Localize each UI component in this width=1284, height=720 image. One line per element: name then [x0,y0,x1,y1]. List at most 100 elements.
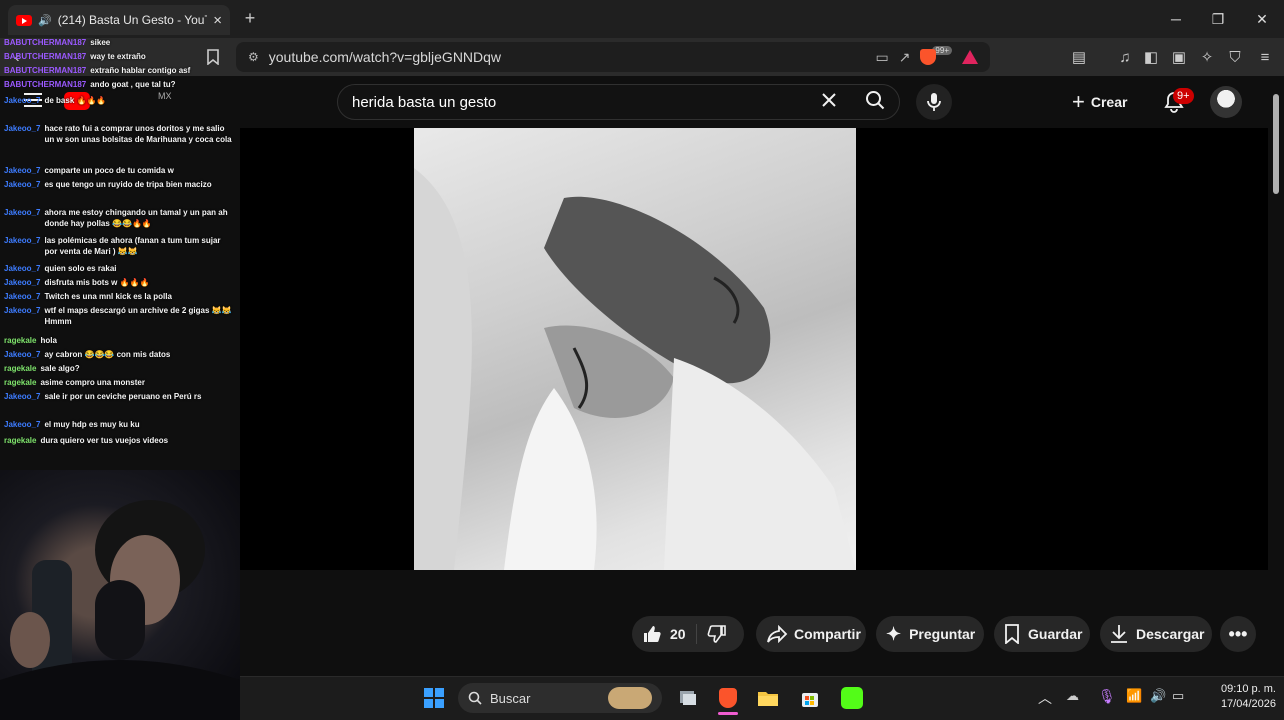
chat-username: Jakeoo_7 [4,124,41,133]
address-bar[interactable]: ⚙ youtube.com/watch?v=gbljeGNNDqw ▭ ↗ 99… [236,42,990,72]
like-button[interactable]: 20 [642,624,697,644]
task-view-icon[interactable] [674,684,702,712]
chat-message: ragekale hola [4,336,234,347]
brave-rewards-icon[interactable] [962,50,978,64]
chat-username: ragekale [4,364,37,373]
video-frame[interactable] [414,128,856,570]
chat-text: es que tengo un ruyido de tripa bien mac… [44,180,212,189]
more-actions-button[interactable]: ••• [1220,616,1256,652]
search-query[interactable]: herida basta un gesto [352,94,821,111]
restore-button[interactable]: ❐ [1198,6,1238,32]
taskbar-search-placeholder: Buscar [490,690,531,706]
clear-search-icon[interactable] [821,92,837,112]
share-label: Compartir [794,626,861,642]
chat-text: ay cabron 😂😂😂 con mis datos [44,350,171,359]
chat-message: BABUTCHERMAN187 extraño hablar contigo as… [4,66,234,77]
vpn-icon[interactable]: ⛉ [1224,46,1246,68]
chat-message: ragekale dura quiero ver tus vuejos video… [4,436,234,447]
chat-message: ragekale asime compro una monster [4,378,234,389]
video-frame-artwork [414,168,856,570]
wifi-icon[interactable]: 📶 [1126,688,1142,704]
chat-message: Jakeoo_7 ahora me estoy chingando un tama… [4,208,234,230]
kick-app-icon[interactable] [838,684,866,712]
tab-search-icon[interactable]: ▤ [1068,46,1090,68]
like-count: 20 [670,626,686,642]
brave-shields-icon[interactable] [920,49,937,65]
sparkle-icon: ✦ [886,623,902,644]
save-button[interactable]: Guardar [994,616,1090,652]
media-icon[interactable]: ♫ [1114,46,1136,68]
site-settings-icon[interactable]: ⚙ [248,50,259,64]
battery-icon[interactable]: ▭ [1172,688,1184,704]
chat-username: Jakeoo_7 [4,166,41,175]
chat-message: Jakeoo_7 wtf el maps descargó un archive … [4,306,234,328]
search-input[interactable]: herida basta un gesto [337,84,900,120]
chat-username: Jakeoo_7 [4,96,41,105]
chat-message: Jakeoo_7 ay cabron 😂😂😂 con mis datos [4,350,234,361]
volume-icon[interactable]: 🔊 [1150,688,1166,704]
chat-text: dura quiero ver tus vuejos videos [40,436,169,445]
leo-ai-icon[interactable]: ✧ [1196,46,1218,68]
chat-text: sale ir por un ceviche peruano en Perú r… [44,392,202,401]
chat-text: wtf el maps descargó un archive de 2 gig… [44,306,232,326]
chat-text: de bask 🔥🔥🔥 [44,96,107,105]
cast-icon[interactable]: ▭ [875,49,888,66]
microsoft-store-icon[interactable] [796,684,824,712]
sidebar-icon[interactable]: ◧ [1140,46,1162,68]
chat-username: BABUTCHERMAN187 [4,38,87,47]
ask-button[interactable]: ✦ Preguntar [876,616,984,652]
chat-text: las polémicas de ahora (fanan a tum tum … [44,236,221,256]
chat-text: way te extraño [90,52,146,61]
scrollbar-thumb[interactable] [1273,94,1279,194]
account-avatar[interactable] [1210,86,1242,118]
share-button[interactable]: Compartir [756,616,866,652]
chat-username: Jakeoo_7 [4,420,41,429]
new-tab-button[interactable]: + [240,8,260,30]
chat-username: BABUTCHERMAN187 [4,66,87,75]
minimize-button[interactable]: ─ [1156,6,1196,32]
microphone-icon [927,93,941,111]
thumbs-down-icon [707,625,726,643]
chat-username: ragekale [4,378,37,387]
windows-start-icon[interactable] [420,684,448,712]
chat-text: hola [40,336,57,345]
create-button[interactable]: + Crear [1062,86,1137,118]
chat-message: BABUTCHERMAN187 way te extraño [4,52,234,63]
chat-text: el muy hdp es muy ku ku [44,420,140,429]
plus-icon: + [1072,89,1085,114]
chat-username: BABUTCHERMAN187 [4,52,87,61]
wallet-icon[interactable]: ▣ [1168,46,1190,68]
chat-text: ahora me estoy chingando un tamal y un p… [44,208,228,228]
chat-username: Jakeoo_7 [4,236,41,245]
chat-username: Jakeoo_7 [4,278,41,287]
voice-search-button[interactable] [916,84,952,120]
screen: 🔊 (214) Basta Un Gesto - YouTube × + ─ ❐… [0,0,1284,720]
download-button[interactable]: Descargar [1100,616,1212,652]
share-icon [767,625,788,643]
tray-chevron-icon[interactable]: ︿ [1038,688,1052,708]
chat-message: Jakeoo_7 comparte un poco de tu comida w [4,166,234,177]
chat-text: Twitch es una mnl kick es la polla [44,292,172,301]
clock-time: 09:10 p. m. [1220,683,1276,695]
chat-text: ando goat , que tal tu? [90,80,176,89]
microphone-in-use-icon[interactable]: 🎙 [1098,688,1116,705]
chat-username: Jakeoo_7 [4,350,41,359]
dislike-button[interactable] [697,624,727,644]
chat-message: Jakeoo_7 de bask 🔥🔥🔥 [4,96,234,107]
share-page-icon[interactable]: ↗ [899,49,911,66]
close-window-button[interactable]: ✕ [1242,6,1282,32]
chat-username: Jakeoo_7 [4,292,41,301]
file-explorer-icon[interactable] [754,684,782,712]
download-label: Descargar [1136,626,1205,642]
browser-menu-icon[interactable]: ≡ [1254,46,1276,68]
taskbar-search[interactable]: Buscar [458,683,662,713]
weather-icon[interactable]: ☁ [1066,688,1079,704]
chat-username: Jakeoo_7 [4,264,41,273]
brave-browser-taskbar-icon[interactable] [714,684,742,712]
chat-message: Jakeoo_7 hace rato fui a comprar unos dor… [4,124,234,146]
more-dots-icon: ••• [1228,623,1248,644]
taskbar-clock[interactable]: 09:10 p. m. 17/04/2026 [1196,682,1276,713]
chat-text: disfruta mis bots w 🔥🔥🔥 [44,278,150,287]
url-text[interactable]: youtube.com/watch?v=gbljeGNNDqw [269,49,866,65]
search-icon[interactable] [865,90,885,114]
